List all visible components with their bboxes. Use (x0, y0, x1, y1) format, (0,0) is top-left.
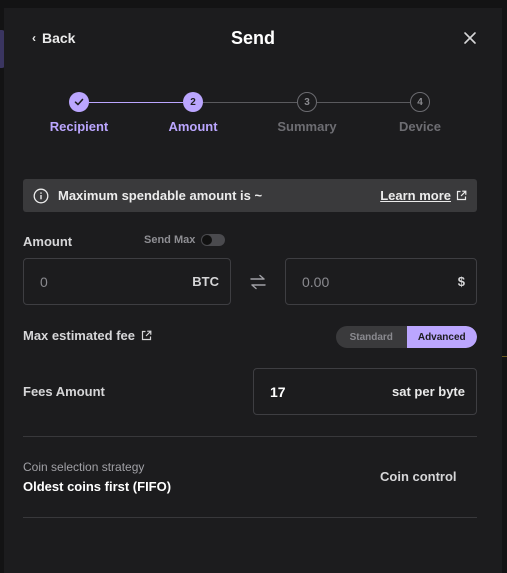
step-device-number: 4 (410, 92, 430, 112)
learn-more-label: Learn more (380, 188, 451, 203)
info-banner: Maximum spendable amount is ~ Learn more (23, 179, 477, 212)
close-icon (464, 32, 476, 44)
fees-amount-input[interactable] (268, 369, 402, 414)
fiat-amount-field: $ (285, 258, 477, 305)
fee-mode-standard[interactable]: Standard (336, 326, 407, 348)
swap-arrows-icon[interactable] (247, 272, 269, 292)
coin-control-button[interactable]: Coin control (380, 469, 457, 484)
check-icon (74, 98, 84, 106)
step-connector (203, 102, 297, 103)
fee-label: Max estimated fee (23, 328, 135, 343)
fiat-amount-input[interactable] (300, 259, 414, 304)
divider (23, 517, 477, 518)
send-max-label: Send Max (144, 234, 196, 246)
fee-mode-toggle: Standard Advanced (336, 326, 477, 348)
step-connector (317, 102, 410, 103)
external-link-icon[interactable] (141, 330, 152, 341)
crypto-amount-input[interactable] (38, 259, 162, 304)
fiat-unit: $ (457, 274, 465, 289)
step-label-amount: Amount (168, 119, 218, 134)
stepper: 2 3 4 Recipient Amount Summary Device (4, 92, 502, 142)
coin-selection-value: Oldest coins first (FIFO) (23, 479, 172, 494)
divider (23, 436, 477, 437)
info-icon (33, 188, 49, 203)
modal-title: Send (230, 28, 275, 48)
external-link-icon (456, 190, 467, 201)
step-label-summary: Summary (277, 119, 337, 134)
step-amount-number: 2 (183, 92, 203, 112)
max-estimated-fee: Max estimated fee (23, 328, 152, 343)
crypto-amount-field: BTC (23, 258, 231, 305)
banner-message: Maximum spendable amount is ~ (58, 188, 263, 203)
crypto-unit: BTC (192, 274, 219, 289)
send-max-toggle[interactable] (201, 234, 226, 246)
fees-amount-label: Fees Amount (23, 384, 105, 399)
step-summary-number: 3 (297, 92, 317, 112)
coin-selection-label: Coin selection strategy (23, 460, 145, 474)
send-max: Send Max (144, 234, 226, 246)
fees-amount-unit: sat per byte (392, 384, 465, 399)
step-connector (89, 102, 183, 103)
fees-amount-field: sat per byte (253, 368, 477, 415)
step-label-recipient: Recipient (49, 119, 109, 134)
fee-mode-advanced[interactable]: Advanced (406, 326, 477, 348)
send-modal: ‹ Back Send 2 3 4 Recipient Amount Summa… (4, 8, 502, 573)
close-button[interactable] (460, 28, 480, 48)
step-label-device: Device (399, 119, 441, 134)
toggle-knob (202, 235, 213, 245)
learn-more-link[interactable]: Learn more (380, 188, 467, 203)
step-recipient-check (69, 92, 89, 112)
amount-label: Amount (23, 234, 73, 249)
